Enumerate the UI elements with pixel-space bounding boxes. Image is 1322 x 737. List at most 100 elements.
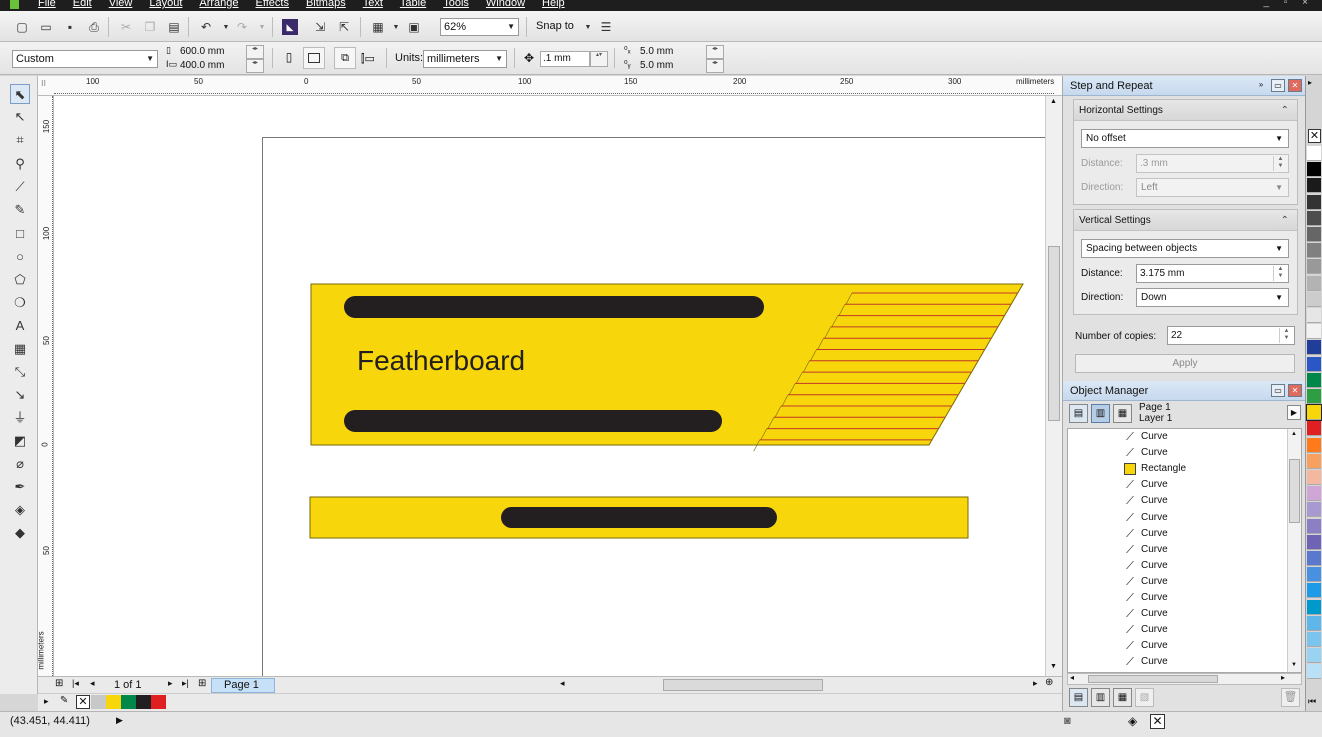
transparency-tool-icon[interactable]: ◩	[10, 431, 30, 451]
width-spinner[interactable]: ◂▸	[246, 45, 264, 59]
vertical-ruler[interactable]: 150 100 50 0 50 millimeters	[38, 96, 54, 676]
add-page-icon[interactable]: ⊞	[55, 678, 63, 689]
no-color-icon[interactable]: ✕	[1308, 129, 1321, 143]
menu-item-help[interactable]: Help	[542, 0, 574, 9]
application-launcher-icon[interactable]: ▦	[370, 19, 386, 35]
color-swatch[interactable]	[1307, 146, 1321, 161]
horizontal-direction-select[interactable]: Left ▼	[1136, 178, 1289, 197]
last-page-icon[interactable]: ▸|	[182, 678, 189, 689]
featherboard-label[interactable]: Featherboard	[357, 345, 525, 377]
color-swatch[interactable]	[1307, 162, 1321, 178]
color-swatch[interactable]	[1307, 275, 1321, 291]
crop-tool-icon[interactable]: ⌗	[10, 130, 30, 150]
om-horizontal-scrollbar[interactable]: ◂ ▸	[1067, 673, 1302, 685]
slot-bar[interactable]	[344, 410, 722, 432]
dup-y-spinner[interactable]: ◂▸	[706, 59, 724, 73]
color-swatch[interactable]	[1307, 291, 1321, 307]
color-swatch[interactable]	[1307, 210, 1321, 226]
blend-tool-icon[interactable]: ⏚	[10, 408, 30, 428]
outline-pen-tool-icon[interactable]: ✒	[10, 477, 30, 497]
om-vertical-scrollbar[interactable]: ▲ ▼	[1287, 429, 1301, 672]
tab-page-1[interactable]: Page 1	[211, 678, 275, 693]
scroll-thumb[interactable]	[1048, 246, 1060, 421]
color-swatch[interactable]	[1307, 243, 1321, 259]
scroll-up-icon[interactable]: ▲	[1050, 98, 1057, 105]
table-tool-icon[interactable]: ▦	[10, 339, 30, 359]
chevron-down-icon[interactable]: ▼	[218, 19, 234, 35]
welcome-screen-icon[interactable]: ▣	[406, 19, 422, 35]
color-swatch[interactable]	[1307, 308, 1321, 323]
object-list-item[interactable]: ⟋ Curve	[1124, 429, 1168, 445]
color-swatch[interactable]	[1307, 502, 1321, 518]
scroll-thumb[interactable]	[1088, 675, 1218, 683]
portrait-icon[interactable]: ▯	[281, 47, 297, 69]
connector-tool-icon[interactable]: ↘	[10, 385, 30, 405]
duplicate-x-input[interactable]: 5.0 mm	[640, 45, 700, 59]
ruler-origin-icon[interactable]: ⁝⁝	[41, 79, 46, 88]
color-swatch[interactable]	[1307, 534, 1321, 550]
next-page-icon[interactable]: ▸	[168, 678, 173, 689]
menu-item-file[interactable]: File	[38, 0, 65, 9]
slot-bar[interactable]	[501, 507, 777, 528]
object-list-item[interactable]: ⟋ Curve	[1124, 606, 1168, 622]
options-icon[interactable]: ☰	[598, 19, 614, 35]
object-list-item[interactable]: Rectangle	[1124, 461, 1186, 477]
color-swatch[interactable]	[1307, 551, 1321, 566]
menu-item-effects[interactable]: Effects	[256, 0, 298, 9]
object-tree[interactable]: ⟋ Curve ⟋ Curve Rectangle ⟋ Curve ⟋ Curve ⟋ Curve ⟋…	[1067, 428, 1302, 673]
color-swatch[interactable]	[1307, 437, 1321, 453]
first-page-icon[interactable]: |◂	[72, 678, 79, 689]
vertical-direction-select[interactable]: Down ▼	[1136, 288, 1289, 307]
scroll-up-icon[interactable]: ▲	[1291, 431, 1297, 437]
zoom-tool-icon[interactable]: ⚲	[10, 154, 30, 174]
print-icon[interactable]: ⎙	[86, 19, 102, 35]
object-list-item[interactable]: ⟋ Curve	[1124, 654, 1168, 670]
redo-icon[interactable]: ↷	[234, 19, 250, 35]
current-page-icon[interactable]: ⫿▭	[361, 52, 375, 66]
scroll-down-icon[interactable]: ▼	[1050, 663, 1057, 670]
chevron-down-icon[interactable]: ▼	[254, 19, 270, 35]
landscape-button[interactable]	[303, 47, 325, 69]
chevron-down-icon[interactable]: ▼	[580, 19, 596, 35]
color-swatch[interactable]	[1307, 227, 1321, 242]
height-spinner[interactable]: ◂▸	[246, 59, 264, 73]
horizontal-distance-input[interactable]: .3 mm ▲ ▼	[1136, 154, 1289, 173]
search-content-icon[interactable]: ◣	[282, 19, 298, 35]
no-color-icon[interactable]: ✕	[76, 695, 90, 709]
menu-item-edit[interactable]: Edit	[73, 0, 101, 9]
page-height-input[interactable]: 400.0 mm	[180, 59, 240, 73]
scroll-left-icon[interactable]: ◂	[1070, 673, 1074, 682]
expand-icon[interactable]: »	[1254, 79, 1268, 92]
delete-icon[interactable]: 🗑	[1281, 688, 1300, 707]
color-swatch[interactable]	[1307, 664, 1321, 680]
eyedropper-icon[interactable]: ✎	[60, 695, 68, 706]
collapse-icon[interactable]: ⌃	[1281, 100, 1289, 121]
featherboard-side[interactable]	[309, 496, 969, 539]
color-swatch[interactable]	[1307, 324, 1321, 340]
color-swatch[interactable]	[1307, 583, 1321, 599]
vertical-distance-input[interactable]: 3.175 mm ▲ ▼	[1136, 264, 1289, 283]
new-document-icon[interactable]: ▢	[14, 19, 30, 35]
minimize-icon[interactable]: ▭	[1271, 79, 1285, 92]
object-list-item[interactable]: ⟋ Curve	[1124, 493, 1168, 509]
menu-item-arrange[interactable]: Arrange	[199, 0, 247, 9]
open-icon[interactable]: ▭	[38, 19, 54, 35]
object-list-item[interactable]: ⟋ Curve	[1124, 590, 1168, 606]
menu-item-view[interactable]: View	[109, 0, 142, 9]
horizontal-scroll-thumb[interactable]	[663, 679, 823, 691]
om-menu-arrow-icon[interactable]: ▶	[1287, 405, 1301, 420]
color-swatch[interactable]	[1307, 615, 1321, 631]
cut-icon[interactable]: ✂	[118, 19, 134, 35]
color-swatch[interactable]	[1307, 470, 1321, 485]
scroll-right-icon[interactable]: ▸	[1033, 678, 1038, 689]
interactive-fill-tool-icon[interactable]: ◆	[10, 523, 30, 543]
horizontal-mode-select[interactable]: No offset ▼	[1081, 129, 1289, 148]
color-swatch[interactable]	[1307, 453, 1321, 469]
new-master-layer-all-icon[interactable]: ▦	[1113, 688, 1132, 707]
vertical-mode-select[interactable]: Spacing between objects ▼	[1081, 239, 1289, 258]
layer-manager-view-icon[interactable]: ▦	[1113, 404, 1132, 423]
drawing-canvas[interactable]: Featherboard	[54, 96, 1045, 676]
palette-expand-icon[interactable]: ⏮	[1308, 696, 1316, 707]
color-swatch[interactable]	[1307, 194, 1321, 210]
duplicate-y-input[interactable]: 5.0 mm	[640, 59, 700, 73]
